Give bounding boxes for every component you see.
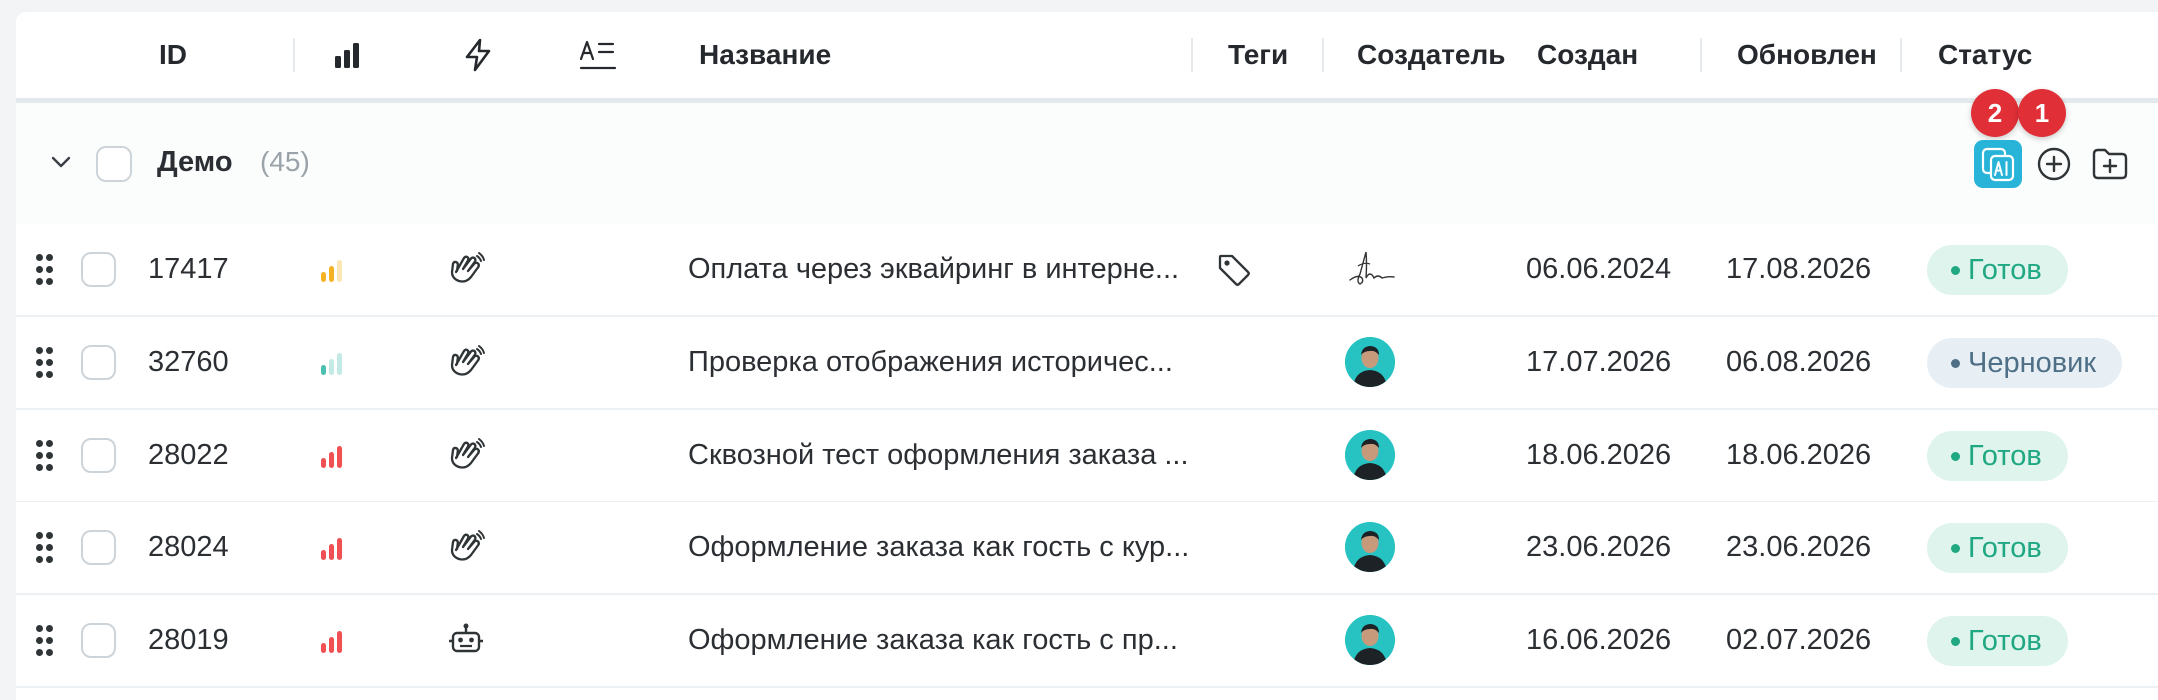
status-badge[interactable]: Готов xyxy=(1927,431,2068,481)
status-label: Готов xyxy=(1968,531,2042,564)
row-created-date: 18.06.2026 xyxy=(1526,439,1672,471)
group-row-demo: Демо (45) 2 1 xyxy=(16,89,2158,226)
lightning-icon xyxy=(465,38,491,72)
row-created-date: 16.06.2026 xyxy=(1526,624,1672,656)
column-header-created[interactable]: Создан xyxy=(1537,12,1638,98)
priority-high-icon xyxy=(321,446,342,468)
drag-handle-icon[interactable] xyxy=(36,625,54,657)
status-badge[interactable]: Черновик xyxy=(1927,338,2123,388)
status-label: Готов xyxy=(1968,439,2042,472)
column-header-id[interactable]: ID xyxy=(159,12,187,98)
avatar[interactable] xyxy=(1345,337,1395,387)
table-row[interactable]: 17417 Оплата через эквайринг в интерне...… xyxy=(16,224,2158,317)
priority-high-icon xyxy=(321,538,342,560)
row-created-date: 23.06.2026 xyxy=(1526,531,1672,563)
ai-generate-button[interactable] xyxy=(1974,140,2022,188)
tag-icon[interactable] xyxy=(1216,252,1252,288)
status-label: Готов xyxy=(1968,253,2042,286)
column-divider[interactable] xyxy=(1700,38,1702,72)
table-row[interactable]: 28022 Сквозной тест оформления заказа ...… xyxy=(16,410,2158,503)
row-updated-date: 18.06.2026 xyxy=(1726,439,1872,471)
row-title[interactable]: Оформление заказа как гость с пр... xyxy=(688,624,1208,657)
test-cases-table: ID Название Теги Создатель Создан Обновл… xyxy=(16,12,2158,700)
row-id: 32760 xyxy=(148,346,229,378)
group-checkbox[interactable] xyxy=(96,146,132,182)
status-dot xyxy=(1951,636,1960,646)
column-divider[interactable] xyxy=(1191,38,1193,72)
status-dot xyxy=(1951,265,1960,275)
robot-icon xyxy=(449,623,483,653)
group-name: Демо xyxy=(157,146,233,178)
status-badge[interactable]: Готов xyxy=(1927,523,2068,573)
text-format-icon xyxy=(579,40,617,70)
row-title[interactable]: Проверка отображения историчес... xyxy=(688,346,1208,379)
avatar[interactable] xyxy=(1345,615,1395,665)
table-row[interactable]: 28019 Оформление заказа как гость с пр...… xyxy=(16,595,2158,688)
hand-icon xyxy=(450,438,485,469)
chevron-down-icon[interactable] xyxy=(48,153,74,171)
status-dot xyxy=(1951,543,1960,553)
creator-signature xyxy=(1349,251,1395,285)
column-header-creator[interactable]: Создатель xyxy=(1357,12,1506,98)
table-header: ID Название Теги Создатель Создан Обновл… xyxy=(16,12,2158,103)
add-folder-icon xyxy=(2092,148,2128,180)
column-header-type[interactable] xyxy=(462,12,494,98)
drag-handle-icon[interactable] xyxy=(36,440,54,472)
row-updated-date: 17.08.2026 xyxy=(1726,253,1872,285)
row-checkbox[interactable] xyxy=(81,623,116,658)
column-header-priority[interactable] xyxy=(332,12,362,98)
column-header-format[interactable] xyxy=(578,12,618,98)
row-updated-date: 23.06.2026 xyxy=(1726,531,1872,563)
hand-icon xyxy=(450,252,485,283)
row-created-date: 06.06.2024 xyxy=(1526,253,1672,285)
avatar[interactable] xyxy=(1345,522,1395,572)
status-badge[interactable]: Готов xyxy=(1927,245,2068,295)
hand-icon xyxy=(450,345,485,376)
row-title[interactable]: Оформление заказа как гость с кур... xyxy=(688,531,1208,564)
row-updated-date: 02.07.2026 xyxy=(1726,624,1872,656)
status-label: Черновик xyxy=(1968,346,2097,379)
row-checkbox[interactable] xyxy=(81,530,116,565)
drag-handle-icon[interactable] xyxy=(36,347,54,379)
add-test-case-button[interactable] xyxy=(2030,140,2078,188)
ai-generate-icon xyxy=(1981,147,2015,182)
column-header-tags[interactable]: Теги xyxy=(1228,12,1288,98)
row-updated-date: 06.08.2026 xyxy=(1726,346,1872,378)
drag-handle-icon[interactable] xyxy=(36,532,54,564)
column-header-updated[interactable]: Обновлен xyxy=(1737,12,1877,98)
row-id: 28019 xyxy=(148,624,229,656)
priority-high-icon xyxy=(321,631,342,653)
priority-low-icon xyxy=(321,353,342,375)
column-divider[interactable] xyxy=(1322,38,1324,72)
notification-badge: 1 xyxy=(2018,89,2066,137)
row-checkbox[interactable] xyxy=(81,252,116,287)
column-divider[interactable] xyxy=(293,38,295,72)
add-circle-icon xyxy=(2037,147,2071,181)
row-created-date: 17.07.2026 xyxy=(1526,346,1672,378)
status-badge[interactable]: Готов xyxy=(1927,616,2068,666)
column-divider[interactable] xyxy=(1900,38,1902,72)
priority-medium-icon xyxy=(321,260,342,282)
row-checkbox[interactable] xyxy=(81,345,116,380)
table-row[interactable]: 32760 Проверка отображения историчес... 17… xyxy=(16,317,2158,410)
drag-handle-icon[interactable] xyxy=(36,254,54,286)
column-header-status[interactable]: Статус xyxy=(1938,12,2032,98)
row-id: 17417 xyxy=(148,253,229,285)
status-dot xyxy=(1951,451,1960,461)
bar-chart-icon xyxy=(335,43,359,68)
hand-icon xyxy=(450,530,485,561)
avatar[interactable] xyxy=(1345,430,1395,480)
row-checkbox[interactable] xyxy=(81,438,116,473)
notification-badge: 2 xyxy=(1971,89,2019,137)
status-label: Готов xyxy=(1968,624,2042,657)
add-folder-button[interactable] xyxy=(2086,140,2134,188)
group-count: (45) xyxy=(260,146,310,177)
row-id: 28022 xyxy=(148,439,229,471)
row-title[interactable]: Оплата через эквайринг в интерне... xyxy=(688,253,1208,286)
column-header-name[interactable]: Название xyxy=(699,12,831,98)
status-dot xyxy=(1951,358,1960,368)
row-title[interactable]: Сквозной тест оформления заказа ... xyxy=(688,439,1208,472)
row-id: 28024 xyxy=(148,531,229,563)
table-row[interactable]: 28024 Оформление заказа как гость с кур..… xyxy=(16,502,2158,595)
